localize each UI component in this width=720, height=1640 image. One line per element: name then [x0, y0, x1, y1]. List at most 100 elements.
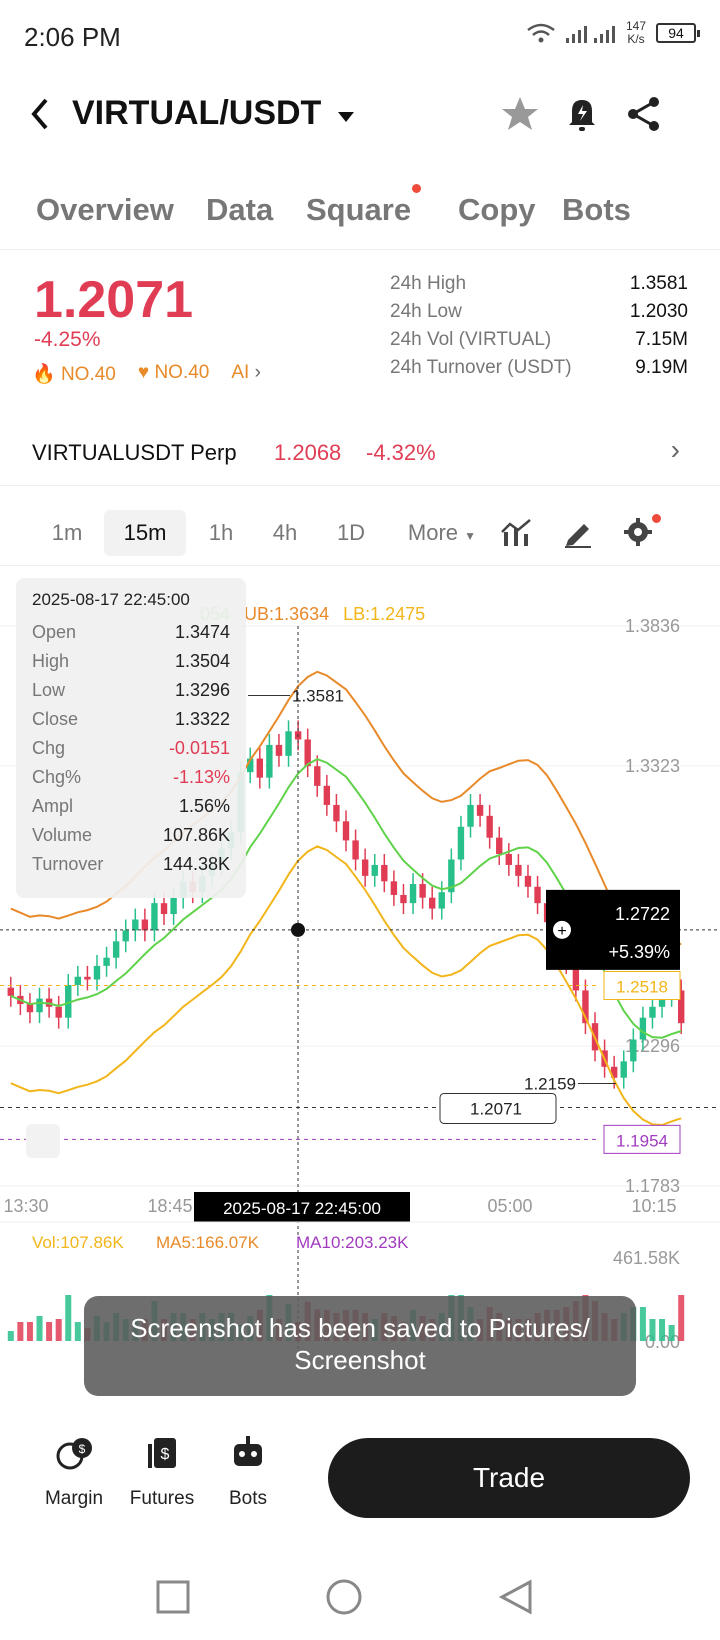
- svg-text:$: $: [161, 1446, 170, 1463]
- nav-bots[interactable]: Bots: [208, 1432, 288, 1510]
- tab-square[interactable]: Square: [306, 192, 411, 228]
- candle-body: [534, 886, 541, 904]
- stat-value: 9.19M: [635, 357, 688, 378]
- lb-tag-label: 1.2518: [616, 978, 668, 997]
- volume-bar: [678, 1295, 685, 1341]
- candle-body: [74, 976, 82, 985]
- bottom-nav: $ Margin $ Futures Bots Trade: [0, 1420, 720, 1540]
- last-price-label: 1.2071: [470, 1099, 522, 1118]
- recents-icon: [156, 1580, 190, 1614]
- candle-body: [649, 1006, 656, 1018]
- stat-value: 1.2030: [629, 301, 688, 322]
- screenshot-toast: Screenshot has been saved to Pictures/ S…: [84, 1296, 636, 1396]
- status-bar: 2:06 PM 147 K/s 94: [0, 0, 720, 70]
- price-alert-bell-icon[interactable]: [560, 92, 604, 136]
- candle-body: [160, 903, 168, 915]
- wifi-icon: [527, 23, 555, 43]
- nav-futures[interactable]: $ Futures: [122, 1432, 202, 1510]
- candle-body: [112, 941, 120, 958]
- futures-icon: $: [148, 1438, 176, 1468]
- candle-body: [409, 884, 417, 904]
- y-tick-label: 1.3323: [625, 756, 680, 776]
- margin-icon: $: [56, 1438, 92, 1470]
- tab-bots[interactable]: Bots: [562, 192, 631, 228]
- candle-body: [93, 965, 101, 980]
- volume-bar: [659, 1319, 666, 1341]
- candle-body: [103, 957, 110, 966]
- price-summary: 1.2071 -4.25% 🔥 NO.40 ♥ NO.40 AI › 24h H…: [0, 262, 720, 412]
- trade-button[interactable]: Trade: [328, 1438, 690, 1518]
- ma10-label: MA10:203.23K: [296, 1233, 409, 1252]
- app-header: VIRTUAL/USDT: [0, 80, 720, 150]
- x-tick-label: 10:15: [631, 1196, 676, 1216]
- interval-4h[interactable]: 4h: [260, 510, 310, 556]
- battery-icon: 94: [656, 23, 700, 43]
- candle-body: [151, 903, 158, 931]
- back-button[interactable]: [28, 94, 52, 144]
- candle-body: [515, 864, 522, 876]
- crosshair-dot: [291, 922, 305, 937]
- stat-label: 24h Turnover (USDT): [390, 357, 572, 378]
- fav-rank[interactable]: ♥ NO.40: [138, 362, 209, 386]
- signal-icon: [565, 26, 615, 43]
- interval-15m[interactable]: 15m: [104, 510, 186, 556]
- price-change: -4.25%: [34, 328, 101, 351]
- volume-bar: [668, 1325, 675, 1341]
- candle-body: [620, 1061, 627, 1078]
- candle-body: [496, 837, 503, 855]
- stat-label: 24h Low: [390, 301, 462, 322]
- ai-link[interactable]: AI ›: [231, 362, 261, 386]
- high-marker-label: 1.3581: [292, 687, 344, 706]
- ohlc-tooltip: 2025-08-17 22:45:00 Open 1.3474 High 1.350…: [16, 578, 246, 898]
- caret-down-icon[interactable]: [338, 104, 354, 130]
- nav-margin[interactable]: $ Margin: [34, 1432, 114, 1510]
- perp-price: 1.2068: [274, 440, 342, 465]
- y-tick-label: 1.3836: [625, 616, 680, 636]
- gear-icon[interactable]: [622, 516, 654, 548]
- rank-badges: 🔥 NO.40 ♥ NO.40 AI ›: [32, 362, 261, 386]
- x-tick-label: 13:30: [3, 1196, 48, 1216]
- candle-body: [55, 1006, 62, 1018]
- interval-1d[interactable]: 1D: [326, 510, 376, 556]
- candle-body: [630, 1039, 637, 1062]
- star-icon[interactable]: [498, 92, 542, 136]
- stat-label: 24h High: [390, 273, 467, 294]
- tab-overview[interactable]: Overview: [36, 192, 174, 228]
- heart-icon: ♥: [137, 362, 150, 383]
- interval-more[interactable]: More ▼: [396, 510, 488, 556]
- vol-max-label: 461.58K: [613, 1248, 680, 1268]
- stat-values: 1.3581 1.2030 7.15M 9.19M: [630, 270, 688, 382]
- candle-body: [7, 987, 14, 996]
- volume-bar: [74, 1322, 81, 1341]
- interval-1m[interactable]: 1m: [36, 510, 98, 556]
- status-icons: 147 K/s 94: [526, 20, 700, 46]
- perp-change: -4.32%: [366, 440, 436, 465]
- perp-row[interactable]: VIRTUALUSDT Perp 1.2068 -4.32% ›: [0, 420, 720, 486]
- hot-rank[interactable]: 🔥 NO.40: [32, 362, 116, 386]
- candle-body: [266, 744, 273, 778]
- system-nav: [156, 1579, 532, 1615]
- last-price: 1.2071: [34, 271, 194, 329]
- stat-labels: 24h High 24h Low 24h Vol (VIRTUAL) 24h T…: [390, 270, 572, 382]
- tab-copy[interactable]: Copy: [458, 192, 536, 228]
- draw-pencil-icon[interactable]: [562, 518, 594, 548]
- candle-body: [371, 864, 378, 876]
- indicator-icon[interactable]: [500, 518, 532, 548]
- interval-1h[interactable]: 1h: [196, 510, 246, 556]
- candle-body: [486, 815, 493, 838]
- tab-data[interactable]: Data: [206, 192, 273, 228]
- share-icon[interactable]: [622, 92, 666, 136]
- candle-body: [352, 840, 359, 860]
- low-marker-label: 1.2159: [524, 1074, 576, 1093]
- crosshair-time: 2025-08-17 22:45:00: [223, 1199, 381, 1218]
- clock: 2:06 PM: [24, 22, 121, 52]
- volume-bar: [46, 1322, 53, 1341]
- robot-icon: [234, 1436, 262, 1466]
- candle-body: [476, 804, 484, 816]
- candle-body: [170, 897, 177, 915]
- chevron-right-icon: ›: [670, 434, 680, 465]
- pair-title[interactable]: VIRTUAL/USDT: [72, 94, 321, 133]
- plus-icon: +: [557, 923, 566, 940]
- candle-body: [524, 875, 532, 887]
- volume-bar: [7, 1331, 14, 1341]
